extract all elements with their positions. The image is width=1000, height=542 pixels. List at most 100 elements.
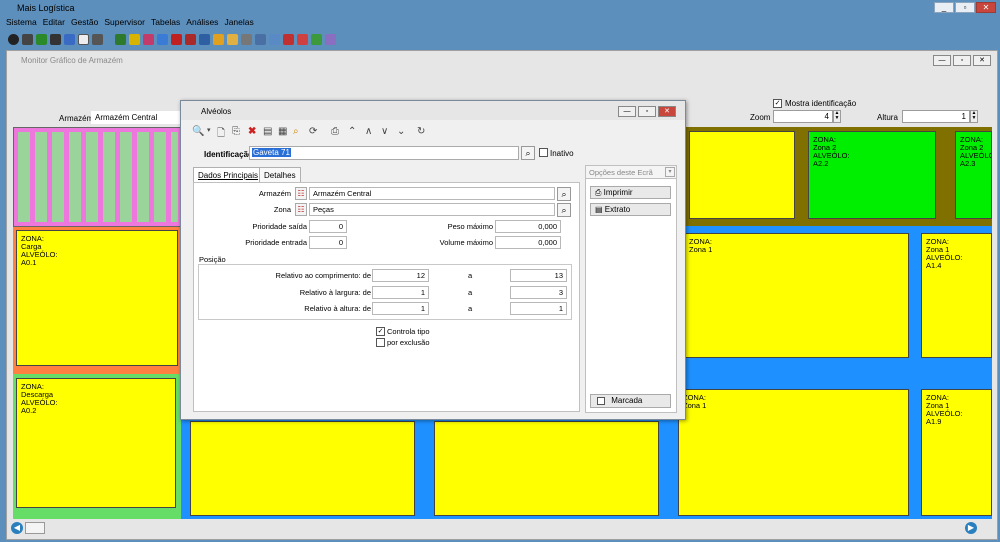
tool-icon-21[interactable]: [297, 34, 308, 45]
armazem-select[interactable]: Armazém Central: [91, 111, 187, 124]
last-icon[interactable]: ⌄: [397, 126, 405, 137]
tool-icon-11[interactable]: [157, 34, 168, 45]
zoom-input[interactable]: 4: [773, 110, 833, 123]
rel-altura-de-input[interactable]: 1: [372, 302, 429, 315]
grid-icon[interactable]: ▦: [278, 126, 287, 137]
tab-detalhes[interactable]: Detalhes: [259, 167, 301, 182]
altura-input[interactable]: 1: [902, 110, 970, 123]
zona-field[interactable]: Peças: [309, 203, 555, 216]
tool-icon-19[interactable]: [269, 34, 280, 45]
marcada-button[interactable]: Marcada: [590, 394, 671, 408]
slot-a1-4[interactable]: ZONA: Zona 1 ALVEÓLO: A1.4: [921, 233, 992, 358]
tool-icon-16[interactable]: [227, 34, 238, 45]
slot-zona1-b[interactable]: ZONA: Zona 1: [678, 389, 909, 516]
menu-sistema[interactable]: Sistema: [6, 17, 37, 27]
inner-restore-button[interactable]: ▫: [953, 55, 971, 66]
new-doc-icon[interactable]: 🗋: [217, 126, 225, 143]
controla-tipo-checkbox[interactable]: ✓: [376, 327, 385, 336]
menu-editar[interactable]: Editar: [43, 17, 65, 27]
find-icon[interactable]: ⌕: [293, 126, 299, 137]
tool-icon-15[interactable]: [213, 34, 224, 45]
dialog-minimize-button[interactable]: —: [618, 106, 636, 117]
first-icon[interactable]: ⌃: [348, 126, 356, 137]
menu-supervisor[interactable]: Supervisor: [104, 17, 145, 27]
reload-icon[interactable]: ↻: [417, 126, 425, 137]
peso-maximo-input[interactable]: 0,000: [495, 220, 561, 233]
tool-icon-10[interactable]: [143, 34, 154, 45]
armazem-search-icon[interactable]: ⌕: [557, 187, 571, 201]
tool-icon-7[interactable]: [92, 34, 103, 45]
minimize-button[interactable]: _: [934, 2, 954, 13]
delete-icon[interactable]: ✖: [248, 126, 256, 137]
menu-tabelas[interactable]: Tabelas: [151, 17, 180, 27]
dropdown-icon[interactable]: ▾: [207, 126, 211, 134]
armazem-lookup-icon[interactable]: ☷: [295, 187, 307, 200]
tool-icon-3[interactable]: [36, 34, 47, 45]
dialog-close-button[interactable]: ✕: [658, 106, 676, 117]
restore-button[interactable]: ▫: [955, 2, 975, 13]
zona-search-icon[interactable]: ⌕: [557, 203, 571, 217]
rel-largura-a-input[interactable]: 3: [510, 286, 567, 299]
inner-close-button[interactable]: ✕: [973, 55, 991, 66]
altura-spinner[interactable]: ▲ ▼: [970, 110, 978, 123]
inativo-checkbox[interactable]: [539, 148, 548, 157]
tool-icon-20[interactable]: [283, 34, 294, 45]
slot-bottom-1[interactable]: [190, 421, 415, 516]
prioridade-saida-input[interactable]: 0: [309, 220, 347, 233]
slot-a2-3[interactable]: ZONA: Zona 2 ALVEÓLO: A2.3: [955, 131, 992, 219]
rel-largura-de-input[interactable]: 1: [372, 286, 429, 299]
refresh-icon[interactable]: ⟳: [309, 126, 317, 137]
list-icon[interactable]: ▤: [263, 126, 272, 137]
opcoes-dropdown[interactable]: Opções deste Ecrã ▾: [585, 165, 677, 179]
tool-icon-23[interactable]: [325, 34, 336, 45]
identificacao-input[interactable]: Gaveta 71: [249, 146, 519, 160]
tool-icon-22[interactable]: [311, 34, 322, 45]
tool-icon-13[interactable]: [185, 34, 196, 45]
zona-lookup-icon[interactable]: ☷: [295, 203, 307, 216]
menu-janelas[interactable]: Janelas: [224, 17, 253, 27]
tool-icon-1[interactable]: [8, 34, 19, 45]
search-icon[interactable]: 🔍: [192, 126, 204, 137]
tool-icon-6[interactable]: [78, 34, 89, 45]
menu-analises[interactable]: Análises: [186, 17, 218, 27]
marcada-checkbox[interactable]: [597, 396, 605, 405]
tool-icon-14[interactable]: [199, 34, 210, 45]
slot-a1-9[interactable]: ZONA: Zona 1 ALVEÓLO: A1.9: [921, 389, 992, 516]
menu-gestao[interactable]: Gestão: [71, 17, 98, 27]
rel-altura-a-input[interactable]: 1: [510, 302, 567, 315]
scroll-left-icon[interactable]: ◀: [11, 522, 23, 534]
tool-icon-17[interactable]: [241, 34, 252, 45]
tab-dados-principais[interactable]: Dados Principais: [193, 167, 264, 183]
armazem-field[interactable]: Armazém Central: [309, 187, 555, 200]
identificacao-search-icon[interactable]: ⌕: [521, 146, 535, 160]
tool-icon-18[interactable]: [255, 34, 266, 45]
mostra-identificacao-checkbox[interactable]: ✓: [773, 99, 782, 108]
dialog-restore-button[interactable]: ▫: [638, 106, 656, 117]
prioridade-entrada-input[interactable]: 0: [309, 236, 347, 249]
inner-minimize-button[interactable]: —: [933, 55, 951, 66]
rel-comprimento-a-input[interactable]: 13: [510, 269, 567, 282]
slot-a2-2[interactable]: ZONA: Zona 2 ALVEÓLO: A2.2: [808, 131, 936, 219]
copy-icon[interactable]: ⎘: [232, 126, 240, 137]
zoom-spinner[interactable]: ▲ ▼: [833, 110, 841, 123]
close-button[interactable]: ✕: [976, 2, 996, 13]
prev-icon[interactable]: ∧: [365, 126, 372, 137]
volume-maximo-input[interactable]: 0,000: [495, 236, 561, 249]
rel-comprimento-de-input[interactable]: 12: [372, 269, 429, 282]
next-icon[interactable]: ∨: [381, 126, 388, 137]
slot-partial-1[interactable]: [689, 131, 795, 219]
tool-icon-2[interactable]: [22, 34, 33, 45]
shelf-block[interactable]: [13, 127, 181, 227]
tool-icon-12[interactable]: [171, 34, 182, 45]
tool-icon-4[interactable]: [50, 34, 61, 45]
preview-icon[interactable]: ⎙: [331, 126, 339, 137]
tool-icon-8[interactable]: [115, 34, 126, 45]
slot-a0-2[interactable]: ZONA: Descarga ALVEÓLO: A0.2: [16, 378, 176, 508]
tool-icon-5[interactable]: [64, 34, 75, 45]
slot-a0-1[interactable]: ZONA: Carga ALVEÓLO: A0.1: [16, 230, 178, 366]
por-exclusao-checkbox[interactable]: [376, 338, 385, 347]
scroll-right-icon[interactable]: ▶: [965, 522, 977, 534]
tool-icon-9[interactable]: [129, 34, 140, 45]
horizontal-scrollbar-thumb[interactable]: [25, 522, 45, 534]
extrato-button[interactable]: ▤ Extrato: [590, 203, 671, 216]
